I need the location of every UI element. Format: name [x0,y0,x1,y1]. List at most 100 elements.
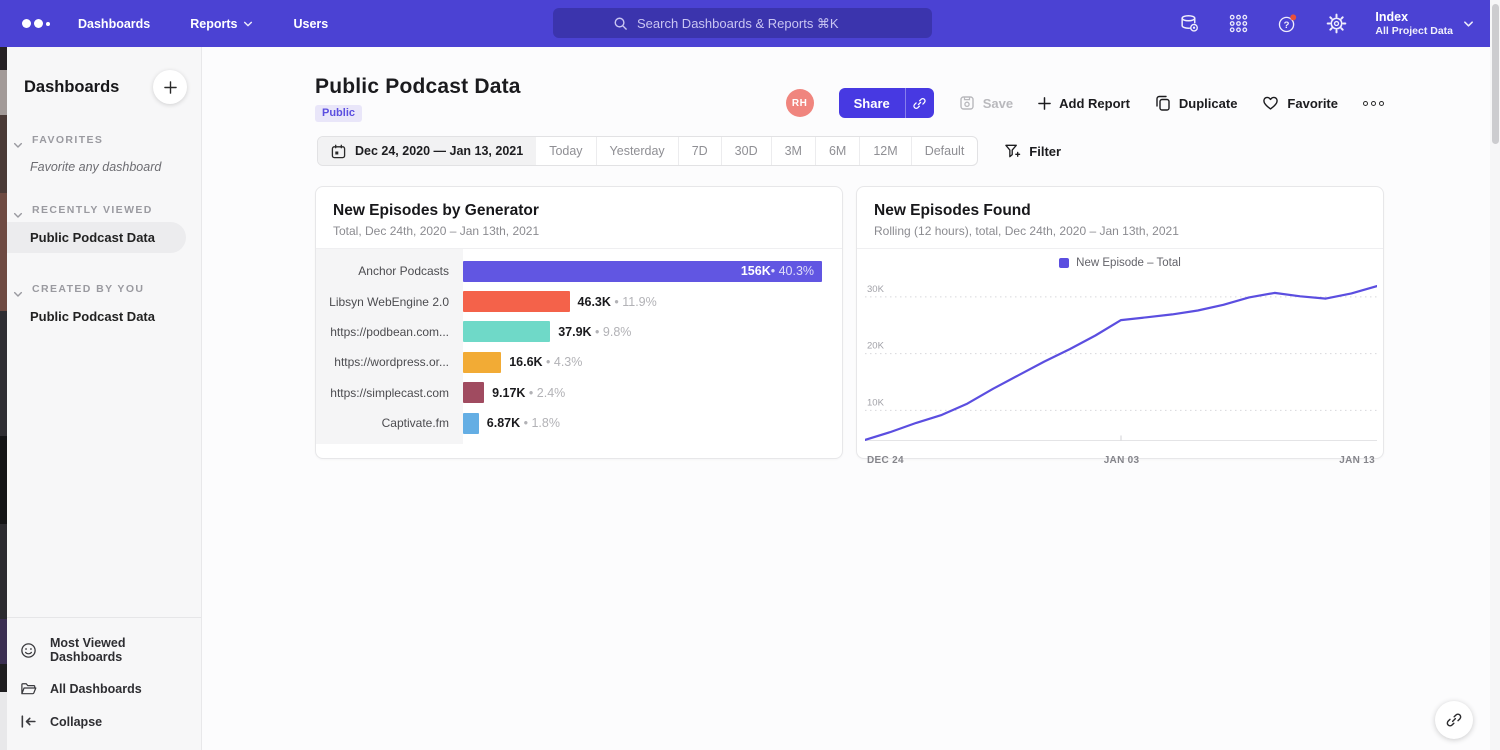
sidebar-item-public-podcast-data[interactable]: Public Podcast Data [0,301,201,332]
nav-item-reports[interactable]: Reports [190,17,253,31]
date-preset-6m[interactable]: 6M [815,137,859,165]
sidebar: Dashboards FAVORITESFavorite any dashboa… [0,47,202,750]
bar-track: 46.3K • 11.9% [463,291,842,312]
avatar[interactable]: RH [786,89,814,117]
top-nav: Dashboards Reports Users ? Index All Proje… [0,0,1500,47]
page-scrollbar[interactable] [1490,0,1500,750]
date-preset-30d[interactable]: 30D [721,137,771,165]
filter-icon [1004,143,1021,159]
date-controls: Dec 24, 2020 — Jan 13, 2021 TodayYesterd… [317,136,1061,166]
bar-track: 9.17K • 2.4% [463,382,842,403]
collapse-icon [20,713,37,730]
date-preset-7d[interactable]: 7D [678,137,721,165]
add-dashboard-button[interactable] [153,70,187,104]
scrollbar-thumb[interactable] [1492,4,1499,144]
plus-icon [1038,97,1051,110]
x-axis-tick-label: JAN 13 [1339,455,1375,466]
share-button[interactable]: Share [839,88,905,118]
bar-row-https-wordpress-or: https://wordpress.or... 16.6K • 4.3% [316,347,842,377]
date-preset-yesterday[interactable]: Yesterday [596,137,678,165]
sliver-segment [0,692,7,750]
bar-value-label: 16.6K • 4.3% [509,355,582,369]
heart-icon [1262,95,1279,111]
bar-row-https-podbean-com: https://podbean.com... 37.9K • 9.8% [316,317,842,347]
line-card-title: New Episodes Found [874,202,1366,220]
footer-item-most-viewed-dashboards[interactable]: Most Viewed Dashboards [0,628,201,672]
chevron-down-icon [13,285,23,293]
bar-value: 156K [741,264,771,278]
legend-label: New Episode – Total [1076,257,1181,269]
bar-label: https://simplecast.com [316,386,463,400]
primary-nav: Dashboards Reports Users [78,17,368,31]
nav-item-dashboards[interactable]: Dashboards [78,17,150,31]
y-axis-tick-label: 10K [867,397,885,408]
floating-link-button[interactable] [1435,701,1473,739]
bar-fill[interactable]: 156K • 40.3% [463,261,822,282]
bar-fill[interactable] [463,321,550,342]
sidebar-item-public-podcast-data[interactable]: Public Podcast Data [0,222,186,253]
folder-icon [20,680,37,697]
global-search[interactable] [553,8,932,38]
bar-row-https-simplecast-com: https://simplecast.com9.17K • 2.4% [316,378,842,408]
sliver-segment [0,311,7,436]
bar-value-label: 37.9K • 9.8% [558,325,631,339]
logo-dot [22,19,31,28]
date-range-button[interactable]: Dec 24, 2020 — Jan 13, 2021 [318,137,536,165]
date-preset-12m[interactable]: 12M [859,137,910,165]
data-source-icon[interactable] [1179,13,1200,34]
section-header-recently-viewed[interactable]: RECENTLY VIEWED [0,204,201,216]
bar-label: https://podbean.com... [316,325,463,339]
bar-row-anchor-podcasts: Anchor Podcasts156K • 40.3% [316,256,842,286]
duplicate-icon [1155,95,1171,111]
share-button-group: Share [839,88,934,118]
sliver-segment [0,47,7,70]
logo-dot [46,22,50,26]
bar-label: https://wordpress.or... [316,355,463,369]
sliver-segment [0,664,7,692]
sidebar-section-recently-viewed: RECENTLY VIEWED Public Podcast Data [0,204,201,253]
bar-fill[interactable] [463,352,501,373]
duplicate-button[interactable]: Duplicate [1155,95,1238,111]
gear-icon[interactable] [1326,13,1347,34]
bar-fill[interactable] [463,413,479,434]
bar-value-label: 156K • 40.3% [741,261,814,282]
more-options-button[interactable] [1363,101,1384,106]
chevron-down-icon [1463,20,1474,28]
bar-percent: • 4.3% [543,355,583,369]
save-button[interactable]: Save [959,95,1013,111]
date-preset-today[interactable]: Today [536,137,595,165]
apps-grid-icon[interactable] [1228,13,1249,34]
sidebar-footer: Most Viewed DashboardsAll DashboardsColl… [0,617,201,750]
logo-dot [34,19,43,28]
line-chart-card: New Episodes Found Rolling (12 hours), t… [856,186,1384,459]
favorite-button[interactable]: Favorite [1262,95,1338,111]
line-series[interactable] [865,286,1377,440]
share-link-button[interactable] [905,88,934,118]
svg-text:?: ? [1284,20,1290,31]
bar-fill[interactable] [463,382,484,403]
duplicate-label: Duplicate [1179,96,1238,111]
section-header-created-by-you[interactable]: CREATED BY YOU [0,283,201,295]
date-preset-default[interactable]: Default [911,137,978,165]
bar-value: 6.87K [487,416,520,430]
help-icon[interactable]: ? [1277,13,1298,34]
bar-percent: • 11.9% [611,295,657,309]
footer-item-collapse[interactable]: Collapse [0,705,201,738]
add-report-label: Add Report [1059,96,1130,111]
search-input[interactable] [637,16,872,31]
project-switcher[interactable]: Index All Project Data [1375,10,1474,38]
nav-item-users[interactable]: Users [293,17,328,31]
app-logo[interactable] [22,19,50,28]
bar-chart: Anchor Podcasts156K • 40.3%Libsyn WebEng… [316,249,842,444]
bar-fill[interactable] [463,291,570,312]
date-preset-3m[interactable]: 3M [771,137,815,165]
chart-legend: New Episode – Total [857,249,1383,271]
section-header-favorites[interactable]: FAVORITES [0,134,201,146]
y-axis-tick-label: 30K [867,284,885,295]
add-report-button[interactable]: Add Report [1038,96,1130,111]
date-presets: TodayYesterday7D30D3M6M12MDefault [536,137,977,165]
public-badge: Public [315,105,362,122]
filter-button[interactable]: Filter [1004,143,1061,159]
bar-value: 37.9K [558,325,591,339]
footer-item-all-dashboards[interactable]: All Dashboards [0,672,201,705]
